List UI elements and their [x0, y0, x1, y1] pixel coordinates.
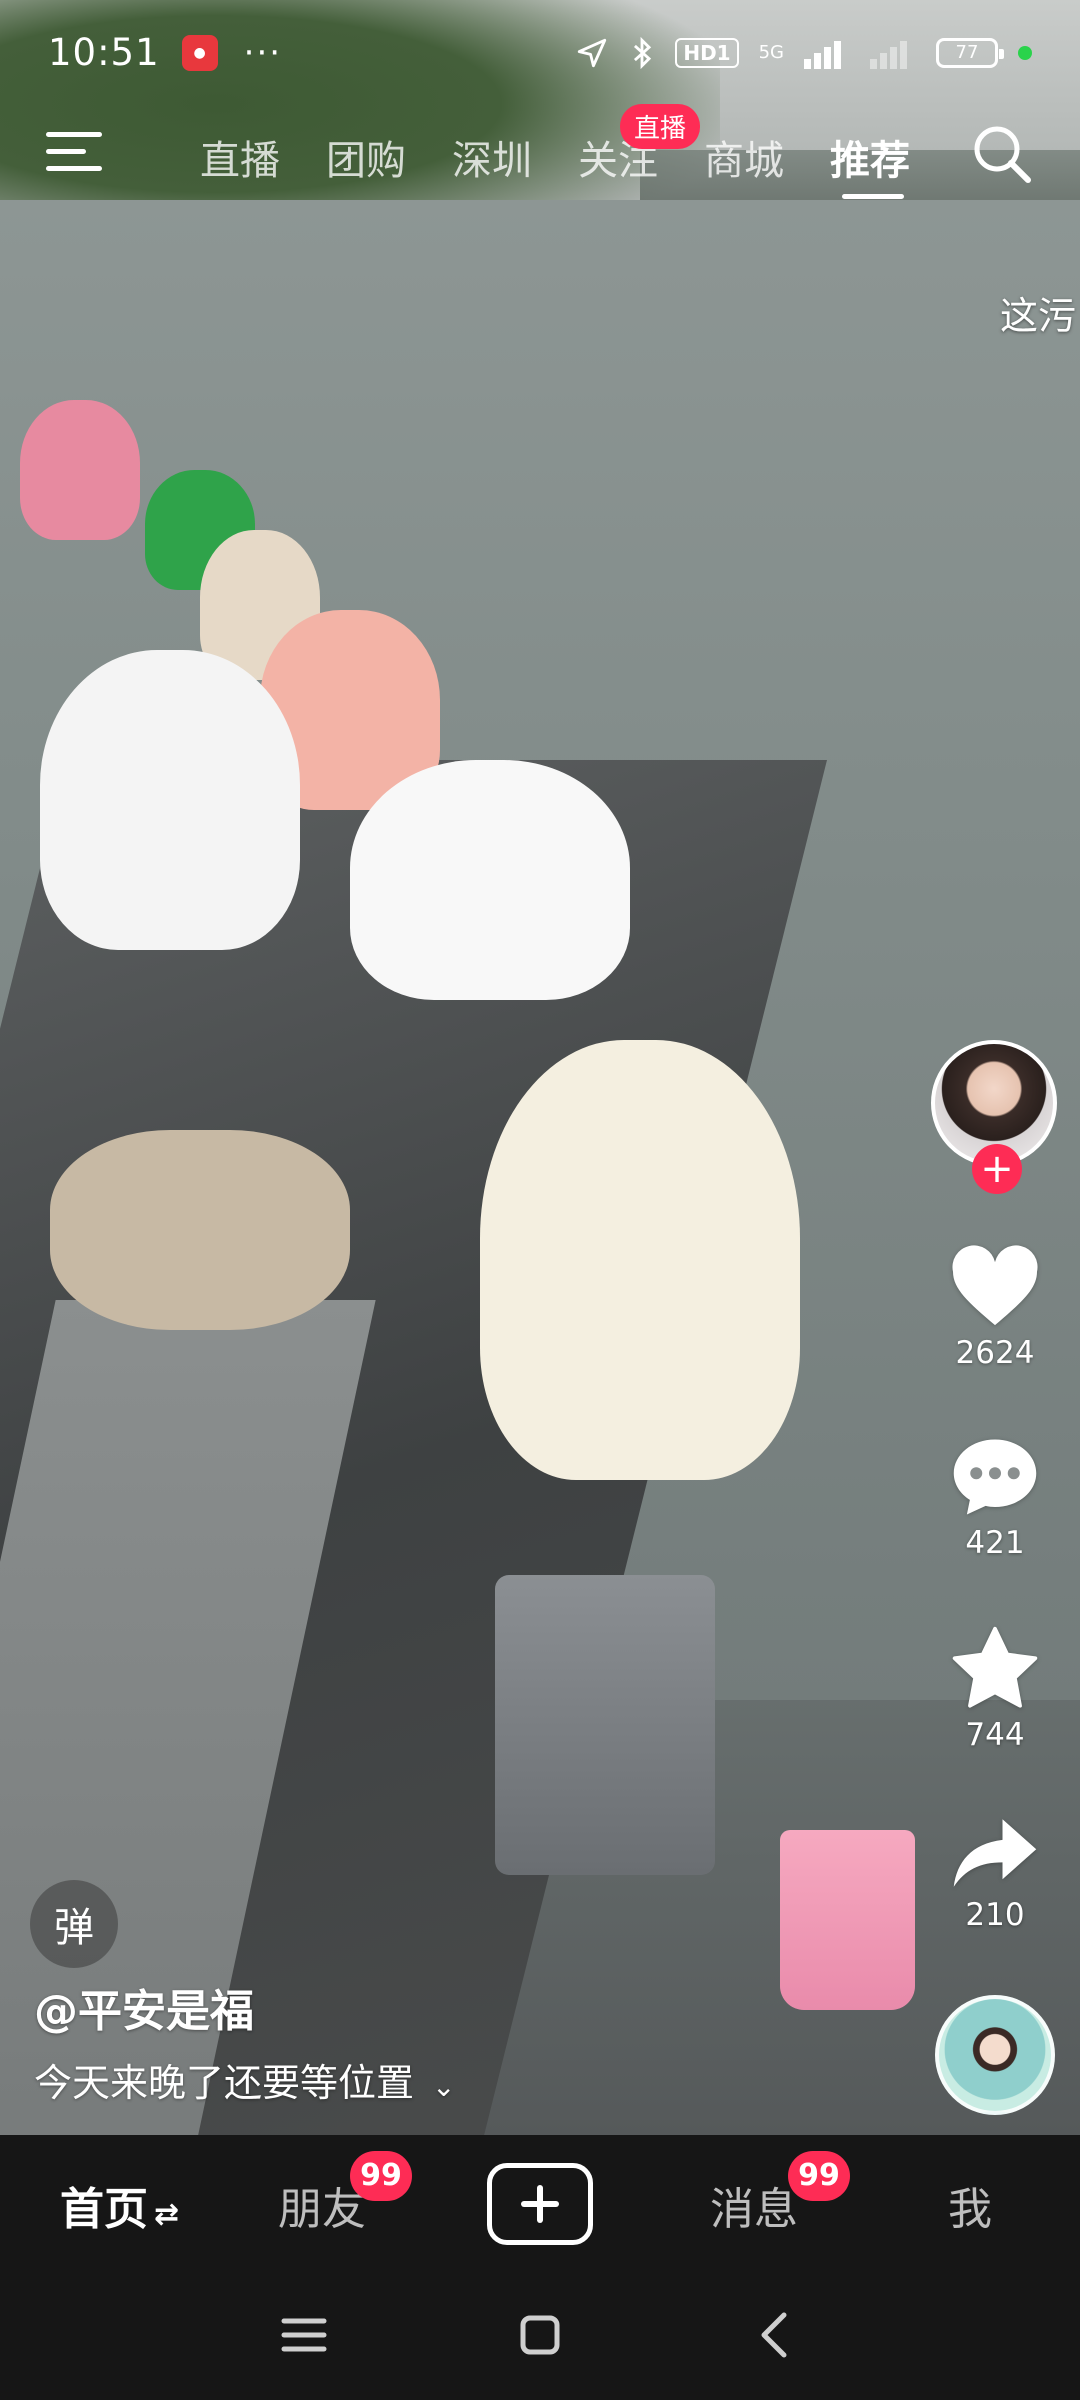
wifi-off-signal-icon: [870, 40, 907, 69]
status-time: 10:51: [48, 31, 160, 74]
location-arrow-icon: [578, 38, 607, 67]
tab-group-buy[interactable]: 团购: [326, 128, 406, 186]
tab-mall[interactable]: 商城: [704, 128, 784, 186]
tabbar-me[interactable]: 我: [948, 2173, 992, 2237]
status-dot: [1018, 45, 1032, 60]
messages-badge: 99: [788, 2151, 850, 2201]
author-name[interactable]: @平安是福: [34, 1975, 254, 2039]
video-person: [480, 1040, 800, 1480]
home-icon[interactable]: [510, 2305, 570, 2365]
menu-icon[interactable]: [46, 130, 102, 174]
comment-button[interactable]: 421: [925, 1435, 1065, 1561]
share-button[interactable]: 210: [925, 1815, 1065, 1933]
recent-apps-icon[interactable]: [274, 2305, 334, 2365]
network-type: 5G: [758, 41, 784, 63]
live-badge: 直播: [620, 104, 701, 149]
app-notification-icon: ●: [181, 34, 218, 71]
video-person: [20, 400, 140, 540]
bottom-tab-bar: 首页 ⇄ 朋友 99 消息 99 我: [0, 2135, 1080, 2270]
plus-icon: [521, 2185, 559, 2223]
expand-chevron-icon[interactable]: ⌄: [432, 2070, 455, 2103]
status-icons: HD1 5G 77: [575, 36, 1032, 70]
friends-badge: 99: [350, 2151, 412, 2201]
create-button[interactable]: [487, 2163, 593, 2245]
video-bucket: [780, 1830, 915, 2010]
refresh-icon: ⇄: [154, 2197, 180, 2232]
video-caption-overlay: 这污: [1000, 294, 1077, 338]
tab-shenzhen[interactable]: 深圳: [452, 128, 532, 186]
tabbar-friends[interactable]: 朋友 99: [278, 2151, 412, 2237]
follow-button[interactable]: +: [972, 1144, 1022, 1194]
laundry-pile: [50, 1130, 350, 1330]
favorite-count: 744: [965, 1717, 1025, 1753]
tabbar-home-label: 首页: [60, 2184, 148, 2235]
comment-icon: [953, 1439, 1037, 1515]
back-icon[interactable]: [746, 2305, 806, 2365]
tab-live[interactable]: 直播: [200, 128, 280, 186]
system-nav-bar: [0, 2270, 1080, 2400]
share-count: 210: [965, 1897, 1025, 1933]
like-count: 2624: [955, 1335, 1035, 1371]
video-description[interactable]: 今天来晚了还要等位置 ⌄: [34, 2052, 455, 2107]
video-person: [40, 650, 300, 950]
heart-icon: [952, 1245, 1038, 1326]
tabbar-messages-label: 消息: [710, 2184, 798, 2235]
top-nav: 直播 团购 深圳 关注 直播 商城 推荐: [0, 104, 1080, 202]
share-arrow-icon: [953, 1819, 1037, 1887]
battery-icon: 77: [936, 37, 1004, 68]
comment-count: 421: [965, 1525, 1025, 1561]
description-text: 今天来晚了还要等位置: [34, 2061, 415, 2105]
like-button[interactable]: 2624: [925, 1245, 1065, 1371]
video-stool: [495, 1575, 715, 1875]
music-disc-icon[interactable]: [935, 1995, 1055, 2115]
star-icon: [952, 1626, 1038, 1708]
signal-icon: [804, 40, 841, 69]
video-player[interactable]: [0, 0, 1080, 2135]
favorite-button[interactable]: 744: [925, 1625, 1065, 1753]
tabbar-home[interactable]: 首页 ⇄: [60, 2173, 179, 2237]
search-icon[interactable]: [970, 122, 1034, 186]
tabbar-friends-label: 朋友: [278, 2184, 366, 2235]
danmaku-toggle-button[interactable]: 弹: [30, 1880, 118, 1968]
tab-recommend[interactable]: 推荐: [830, 128, 910, 186]
video-person: [350, 760, 630, 1000]
status-bar: 10:51 ● ··· HD1 5G 77: [0, 0, 1080, 105]
tabbar-messages[interactable]: 消息 99: [710, 2151, 850, 2237]
hd-badge: HD1: [675, 37, 739, 68]
bluetooth-icon: [634, 36, 652, 69]
status-more: ···: [243, 32, 283, 73]
active-tab-indicator: [842, 194, 904, 199]
